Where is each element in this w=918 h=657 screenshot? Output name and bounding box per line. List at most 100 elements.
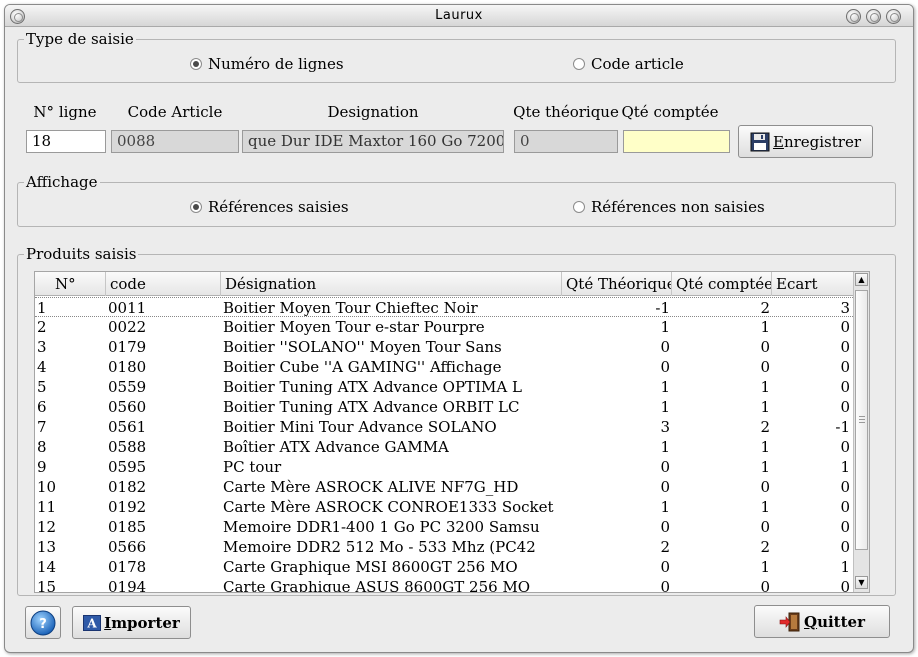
col-header-qte-theorique[interactable]: Qté Théorique [562,272,672,296]
col-header-ecart[interactable]: Ecart [772,272,853,296]
cell-qte-theorique: 1 [660,498,670,516]
cell-code: 0192 [108,498,147,516]
cell-qte-theorique: 0 [660,338,670,356]
radio-selected-icon [190,58,202,70]
qte-comptee-input[interactable] [623,130,730,153]
importer-button[interactable]: A Importer [72,606,191,639]
cell-qte-theorique: 3 [660,418,670,436]
cell-code: 0179 [108,338,147,356]
radio-references-saisies-label: Références saisies [208,198,349,216]
cell-code: 0560 [108,398,147,416]
radio-references-non-saisies[interactable]: Références non saisies [573,198,765,216]
cell-num: 15 [37,578,57,593]
table-row[interactable]: 6 0560 Boitier Tuning ATX Advance ORBIT LC… [35,397,853,417]
vertical-scrollbar[interactable]: ▲ ▼ [853,272,869,592]
cell-ecart: 0 [840,398,850,416]
cell-qte-comptee: 1 [760,558,770,576]
num-ligne-input[interactable]: 18 [26,130,106,153]
help-button[interactable]: ? [25,606,61,639]
help-globe-icon: ? [30,610,56,635]
cell-num: 9 [37,458,47,476]
num-ligne-header: N° ligne [33,103,97,121]
window-menu-button[interactable] [10,9,25,24]
table-body: 1 0011 Boitier Moyen Tour Chieftec Noir -1 2… [35,297,853,593]
radio-numero-lignes[interactable]: Numéro de lignes [190,55,344,73]
table-row[interactable]: 3 0179 Boitier ''SOLANO'' Moyen Tour Sans 0… [35,337,853,357]
code-article-header: Code Article [127,103,223,121]
table-row[interactable]: 10 0182 Carte Mère ASROCK ALIVE NF7G_HD 0 0 0 [35,477,853,497]
cell-code: 0180 [108,358,147,376]
scroll-thumb[interactable] [855,290,868,550]
table-row[interactable]: 9 0595 PC tour 0 1 1 [35,457,853,477]
scroll-down-icon[interactable]: ▼ [855,576,868,589]
cell-code: 0194 [108,578,147,593]
cell-ecart: 0 [840,358,850,376]
cell-ecart: 0 [840,498,850,516]
cell-qte-comptee: 0 [760,358,770,376]
cell-num: 11 [37,498,57,516]
cell-code: 0595 [108,458,147,476]
radio-references-saisies[interactable]: Références saisies [190,198,349,216]
table-row[interactable]: 1 0011 Boitier Moyen Tour Chieftec Noir -1 2… [35,297,853,317]
maximize-button[interactable] [866,9,881,24]
cell-designation: Boitier Cube ''A GAMING'' Affichage [223,358,502,376]
table-row[interactable]: 11 0192 Carte Mère ASROCK CONROE1333 Socke… [35,497,853,517]
table-row[interactable]: 12 0185 Memoire DDR1-400 1 Go PC 3200 Sams… [35,517,853,537]
scroll-up-icon[interactable]: ▲ [855,273,868,286]
cell-num: 12 [37,518,57,536]
quitter-button[interactable]: Quitter [754,605,890,638]
close-button[interactable] [886,9,901,24]
cell-qte-comptee: 2 [760,418,770,436]
col-header-qte-comptee[interactable]: Qté comptée [672,272,772,296]
radio-code-article[interactable]: Code article [573,55,684,73]
table-row[interactable]: 14 0178 Carte Graphique MSI 8600GT 256 MO 0… [35,557,853,577]
designation-field: que Dur IDE Maxtor 160 Go 7200 t [242,130,504,153]
table-row[interactable]: 5 0559 Boitier Tuning ATX Advance OPTIMA L… [35,377,853,397]
enregistrer-button[interactable]: Enregistrer [738,125,873,158]
cell-designation: Boitier Mini Tour Advance SOLANO [223,418,497,436]
affichage-group: Affichage Références saisies Références … [17,173,896,227]
svg-text:A: A [87,616,98,630]
cell-ecart: 0 [840,478,850,496]
type-saisie-group: Type de saisie Numéro de lignes Code art… [17,30,896,83]
col-header-code[interactable]: code [106,272,221,296]
cell-num: 3 [37,338,47,356]
minimize-button[interactable] [846,9,861,24]
cell-qte-theorique: 0 [660,518,670,536]
cell-qte-theorique: 1 [660,378,670,396]
cell-code: 0561 [108,418,147,436]
cell-designation: Carte Graphique MSI 8600GT 256 MO [223,558,518,576]
cell-designation: Boitier Moyen Tour e-star Pourpre [223,318,485,336]
radio-numero-lignes-label: Numéro de lignes [208,55,344,73]
col-header-designation[interactable]: Désignation [221,272,562,296]
cell-ecart: 1 [840,458,850,476]
table-row[interactable]: 4 0180 Boitier Cube ''A GAMING'' Affichage… [35,357,853,377]
table-row[interactable]: 8 0588 Boîtier ATX Advance GAMMA 1 1 0 [35,437,853,457]
cell-ecart: 0 [840,518,850,536]
cell-num: 14 [37,558,57,576]
window-title: Laurux [435,8,483,23]
cell-qte-theorique: 1 [660,398,670,416]
cell-qte-comptee: 0 [760,478,770,496]
col-header-num[interactable]: N° [35,272,106,296]
cell-num: 5 [37,378,47,396]
enregistrer-accel: E [772,132,784,151]
table-row[interactable]: 13 0566 Memoire DDR2 512 Mo - 533 Mhz (PC4… [35,537,853,557]
cell-code: 0588 [108,438,147,456]
cell-code: 0011 [108,299,147,317]
cell-ecart: 3 [840,299,850,317]
table-row[interactable]: 2 0022 Boitier Moyen Tour e-star Pourpre 1 1… [35,317,853,337]
cell-ecart: 1 [840,558,850,576]
produits-table: N° code Désignation Qté Théorique Qté co… [34,271,870,593]
cell-designation: Boitier Tuning ATX Advance OPTIMA L [223,378,522,396]
cell-designation: Boitier Moyen Tour Chieftec Noir [223,299,478,317]
cell-qte-comptee: 1 [760,398,770,416]
table-row[interactable]: 7 0561 Boitier Mini Tour Advance SOLANO 3 2 -… [35,417,853,437]
cell-ecart: -1 [835,418,850,436]
cell-qte-theorique: 1 [660,318,670,336]
cell-num: 1 [37,299,47,317]
designation-header: Designation [327,103,419,121]
table-row[interactable]: 15 0194 Carte Graphique ASUS 8600GT 256 MO… [35,577,853,593]
cell-qte-comptee: 1 [760,378,770,396]
cell-ecart: 0 [840,438,850,456]
